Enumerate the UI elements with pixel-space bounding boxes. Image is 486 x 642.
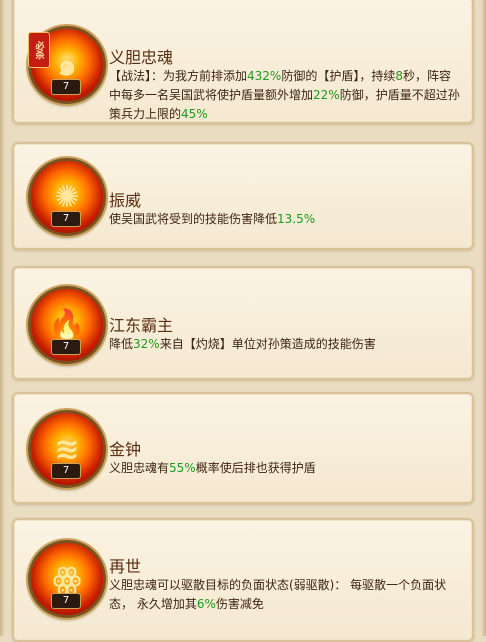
skill-name: 义胆忠魂 — [109, 48, 174, 67]
highlight-value: 8 — [395, 69, 403, 83]
frame-left — [0, 0, 5, 636]
desc-text: 防御的【护盾】，持续 — [281, 69, 396, 83]
skill-card[interactable]: ꙮ 7 再世 义胆忠魂可以驱散目标的负面状态(弱驱散)： 每驱散一个负面状态， … — [12, 518, 474, 642]
skill-name: 振威 — [109, 191, 142, 210]
desc-text: 降低 — [109, 337, 134, 351]
highlight-value: 22% — [313, 88, 340, 102]
desc-text: 义胆忠魂有 — [109, 461, 170, 475]
frame-right — [481, 0, 486, 636]
desc-text: 来自【灼烧】单位对孙策造成的技能伤害 — [159, 337, 376, 351]
skill-description: 使吴国武将受到的技能伤害降低13.5% — [109, 210, 460, 229]
skill-level: 7 — [51, 463, 81, 479]
desc-text: 概率使后排也获得护盾 — [195, 461, 316, 475]
skill-name: 再世 — [109, 557, 142, 576]
skill-level: 7 — [51, 211, 81, 227]
skill-level: 7 — [51, 339, 81, 355]
fire-icon: 🔥 7 — [28, 286, 106, 364]
skill-level: 7 — [51, 593, 81, 609]
skill-description: 降低32%来自【灼烧】单位对孙策造成的技能伤害 — [109, 335, 460, 354]
desc-text: 伤害减免 — [215, 597, 264, 611]
flame-burst-icon: ✺ 7 — [28, 158, 106, 236]
skill-card[interactable]: ๑ 7 必杀 义胆忠魂 【战法】：为我方前排添加432%防御的【护盾】，持续8秒… — [12, 0, 474, 124]
highlight-value: 32% — [133, 337, 160, 351]
flame-wave-icon: ≋ 7 — [28, 410, 106, 488]
skill-list: ๑ 7 必杀 义胆忠魂 【战法】：为我方前排添加432%防御的【护盾】，持续8秒… — [0, 0, 486, 642]
desc-text: 【战法】：为我方前排添加 — [109, 69, 248, 83]
skill-card[interactable]: ✺ 7 振威 使吴国武将受到的技能伤害降低13.5% — [12, 142, 474, 250]
skill-card[interactable]: ≋ 7 金钟 义胆忠魂有55%概率使后排也获得护盾 — [12, 392, 474, 504]
highlight-value: 13.5% — [277, 212, 316, 226]
highlight-value: 6% — [196, 597, 216, 611]
skill-card[interactable]: 🔥 7 江东霸主 降低32%来自【灼烧】单位对孙策造成的技能伤害 — [12, 266, 474, 380]
highlight-value: 45% — [181, 107, 208, 121]
flame-figure-icon: ꙮ 7 — [28, 540, 106, 618]
skill-description: 【战法】：为我方前排添加432%防御的【护盾】，持续8秒，阵容中每多一名吴国武将… — [109, 67, 460, 124]
skill-name: 江东霸主 — [109, 316, 174, 335]
skill-level: 7 — [51, 79, 81, 95]
skill-name: 金钟 — [109, 440, 142, 459]
skill-description: 义胆忠魂可以驱散目标的负面状态(弱驱散)： 每驱散一个负面状态， 永久增加其6%… — [109, 576, 460, 614]
highlight-value: 55% — [169, 461, 196, 475]
desc-text: 使吴国武将受到的技能伤害降低 — [109, 212, 278, 226]
desc-text: 义胆忠魂可以驱散目标的负面状态(弱驱散)： 每驱散一个负面状态， 永久增加其 — [109, 578, 447, 611]
skill-description: 义胆忠魂有55%概率使后排也获得护盾 — [109, 459, 460, 478]
must-kill-badge: 必杀 — [28, 32, 50, 68]
highlight-value: 432% — [247, 69, 282, 83]
